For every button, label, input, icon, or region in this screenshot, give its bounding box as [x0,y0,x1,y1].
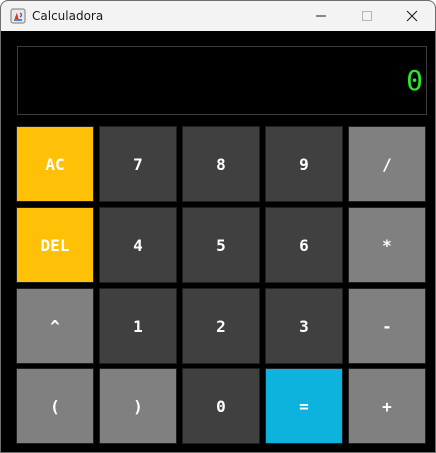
title-bar[interactable]: Calculadora [1,1,435,31]
close-paren-button[interactable]: ) [99,368,177,444]
digit-4-button[interactable]: 4 [99,207,177,283]
maximize-icon [362,11,372,21]
equals-button[interactable]: = [265,368,343,444]
java-app-icon [10,8,26,24]
maximize-button[interactable] [344,1,390,31]
close-icon [406,10,418,22]
window-title: Calculadora [32,9,104,23]
multiply-button[interactable]: * [348,207,426,283]
divide-button[interactable]: / [348,126,426,202]
power-button[interactable]: ^ [16,288,94,364]
digit-2-button[interactable]: 2 [182,288,260,364]
digit-7-button[interactable]: 7 [99,126,177,202]
open-paren-button[interactable]: ( [16,368,94,444]
digit-0-button[interactable]: 0 [182,368,260,444]
display-value: 0 [406,64,423,97]
close-button[interactable] [389,1,435,31]
minimize-icon [316,15,326,17]
digit-5-button[interactable]: 5 [182,207,260,283]
minus-button[interactable]: - [348,288,426,364]
digit-9-button[interactable]: 9 [265,126,343,202]
digit-8-button[interactable]: 8 [182,126,260,202]
digit-3-button[interactable]: 3 [265,288,343,364]
digit-6-button[interactable]: 6 [265,207,343,283]
calculator-window: Calculadora 0 AC 7 8 9 / DEL 4 5 6 * ^ 1 [0,0,436,453]
plus-button[interactable]: + [348,368,426,444]
digit-1-button[interactable]: 1 [99,288,177,364]
clear-all-button[interactable]: AC [16,126,94,202]
calculator-display: 0 [17,46,427,115]
minimize-button[interactable] [298,1,344,31]
delete-button[interactable]: DEL [16,207,94,283]
